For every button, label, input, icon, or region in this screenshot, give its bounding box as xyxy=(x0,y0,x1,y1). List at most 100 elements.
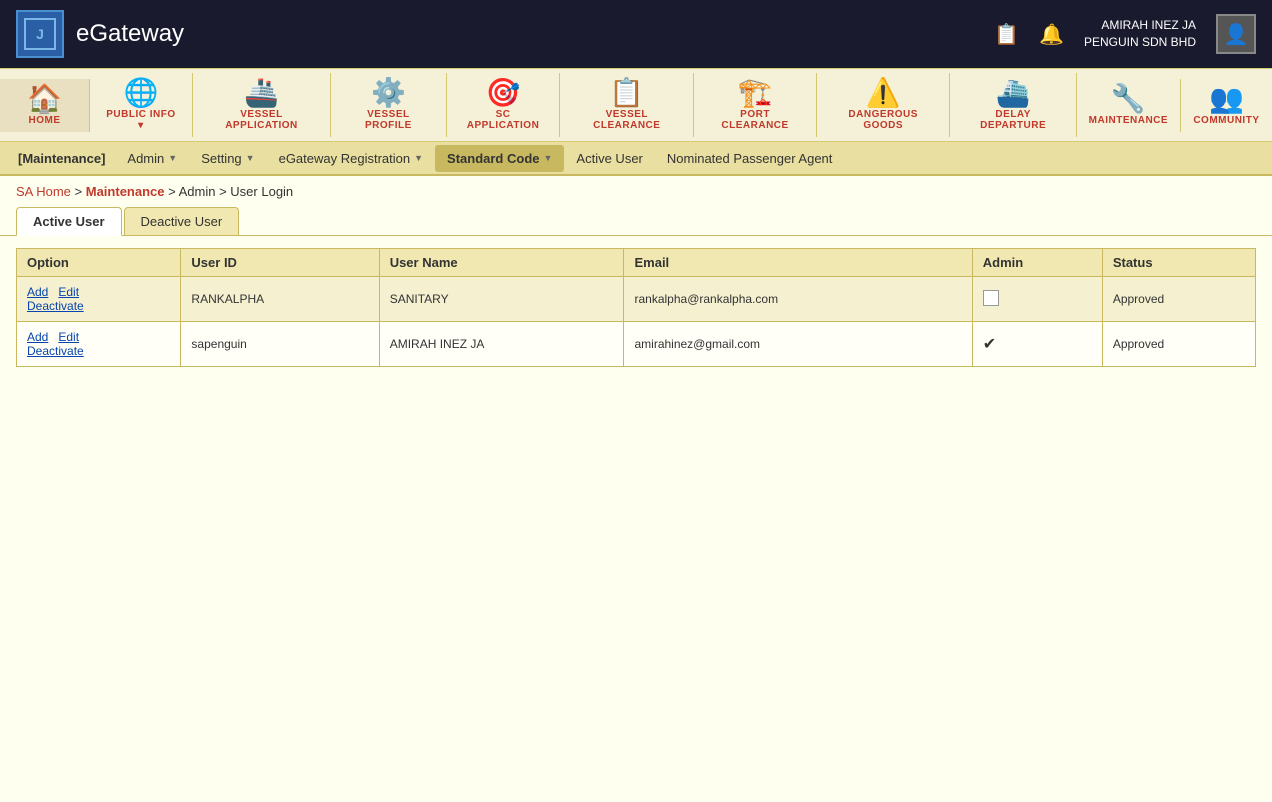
menu-active-user[interactable]: Active User xyxy=(564,145,654,172)
vessel-profile-label: VESSEL PROFILE xyxy=(347,109,430,131)
sc-app-icon: 🎯 xyxy=(486,79,521,107)
vcs-icon: 📋 xyxy=(609,79,644,107)
row1-admin-checkbox[interactable] xyxy=(983,290,999,306)
col-admin: Admin xyxy=(972,249,1102,277)
breadcrumb-maintenance[interactable]: Maintenance xyxy=(86,184,165,199)
app-title: eGateway xyxy=(76,20,184,48)
menu-setting[interactable]: Setting ▼ xyxy=(189,145,266,172)
nominated-passenger-label: Nominated Passenger Agent xyxy=(667,151,833,166)
col-email: Email xyxy=(624,249,972,277)
breadcrumb-user-login: User Login xyxy=(230,184,293,199)
dangerous-icon: ⚠️ xyxy=(866,79,901,107)
menu-standard-code[interactable]: Standard Code ▼ xyxy=(435,145,564,172)
egateway-reg-arrow: ▼ xyxy=(414,153,423,163)
tab-active-user[interactable]: Active User xyxy=(16,207,122,236)
active-user-menu-label: Active User xyxy=(576,151,642,166)
row1-status: Approved xyxy=(1102,277,1255,322)
port-icon: 🏗️ xyxy=(738,79,773,107)
user-avatar[interactable]: 👤 xyxy=(1216,14,1256,54)
delay-label: DELAY DEPARTURE xyxy=(966,109,1059,131)
nav-dangerous-goods[interactable]: ⚠️ DANGEROUS GOODS xyxy=(817,73,951,137)
row1-add-link[interactable]: Add xyxy=(27,285,48,299)
menu-nominated-passenger[interactable]: Nominated Passenger Agent xyxy=(655,145,845,172)
top-right-area: 📋 🔔 AMIRAH INEZ JA PENGUIN SDN BHD 👤 xyxy=(994,14,1256,54)
breadcrumb-admin: Admin xyxy=(179,184,216,199)
row1-deactivate-link[interactable]: Deactivate xyxy=(27,299,84,313)
tab-deactive-user-label: Deactive User xyxy=(141,214,223,229)
row2-deactivate-link[interactable]: Deactivate xyxy=(27,344,84,358)
egateway-reg-label: eGateway Registration xyxy=(279,151,411,166)
logo-letter: J xyxy=(36,26,44,42)
vcs-label: VESSEL CLEARANCE xyxy=(576,109,677,131)
col-user-id: User ID xyxy=(181,249,379,277)
port-label: PORT CLEARANCE xyxy=(710,109,800,131)
sc-app-label: SC APPLICATION xyxy=(463,109,544,131)
bell-icon[interactable]: 🔔 xyxy=(1039,22,1064,47)
nav-maintenance[interactable]: 🔧 MAINTENANCE xyxy=(1077,79,1181,132)
logo-box: J xyxy=(16,10,64,58)
row2-email: amirahinez@gmail.com xyxy=(624,322,972,367)
maintenance-icon: 🔧 xyxy=(1111,85,1146,113)
col-user-name: User Name xyxy=(379,249,624,277)
breadcrumb-sa-home[interactable]: SA Home xyxy=(16,184,71,199)
community-label: COMMUNITY xyxy=(1193,115,1259,126)
admin-arrow: ▼ xyxy=(168,153,177,163)
nav-community[interactable]: 👥 COMMUNITY xyxy=(1181,79,1272,132)
table-row: Add Edit Deactivate sapenguin AMIRAH INE… xyxy=(17,322,1256,367)
users-table: Option User ID User Name Email Admin Sta… xyxy=(16,248,1256,367)
nav-delay-departure[interactable]: ⛴️ DELAY DEPARTURE xyxy=(950,73,1076,137)
vessel-app-label: VESSEL APPLICATION xyxy=(209,109,314,131)
user-company: PENGUIN SDN BHD xyxy=(1084,34,1196,51)
avatar-icon: 👤 xyxy=(1224,22,1249,47)
row2-options: Add Edit Deactivate xyxy=(17,322,181,367)
nav-vessel-app[interactable]: 🚢 VESSEL APPLICATION xyxy=(193,73,331,137)
row2-edit-link[interactable]: Edit xyxy=(58,330,79,344)
top-bar: J eGateway 📋 🔔 AMIRAH INEZ JA PENGUIN SD… xyxy=(0,0,1272,68)
setting-arrow: ▼ xyxy=(246,153,255,163)
menu-admin[interactable]: Admin ▼ xyxy=(115,145,189,172)
row1-edit-link[interactable]: Edit xyxy=(58,285,79,299)
nav-vcs-clearance[interactable]: 📋 VESSEL CLEARANCE xyxy=(560,73,694,137)
maintenance-label: MAINTENANCE xyxy=(1089,115,1168,126)
col-status: Status xyxy=(1102,249,1255,277)
menu-bar: [Maintenance] Admin ▼ Setting ▼ eGateway… xyxy=(0,142,1272,176)
tabs-bar: Active User Deactive User xyxy=(0,207,1272,236)
admin-label: Admin xyxy=(127,151,164,166)
community-icon: 👥 xyxy=(1209,85,1244,113)
clipboard-icon[interactable]: 📋 xyxy=(994,22,1019,47)
nav-sc-application[interactable]: 🎯 SC APPLICATION xyxy=(447,73,561,137)
table-row: Add Edit Deactivate RANKALPHA SANITARY r… xyxy=(17,277,1256,322)
logo-area: J eGateway xyxy=(16,10,184,58)
home-icon: 🏠 xyxy=(27,85,62,113)
home-label: HOME xyxy=(29,115,61,126)
standard-code-label: Standard Code xyxy=(447,151,539,166)
nav-icons-bar: 🏠 HOME 🌐 PUBLIC INFO ▾ 🚢 VESSEL APPLICAT… xyxy=(0,68,1272,142)
delay-icon: ⛴️ xyxy=(996,79,1031,107)
standard-code-arrow: ▼ xyxy=(544,153,553,163)
row2-admin-checkmark[interactable]: ✔ xyxy=(983,336,996,353)
nav-public-info[interactable]: 🌐 PUBLIC INFO ▾ xyxy=(90,73,193,137)
user-name: AMIRAH INEZ JA xyxy=(1084,17,1196,34)
col-option: Option xyxy=(17,249,181,277)
row1-admin xyxy=(972,277,1102,322)
row1-email: rankalpha@rankalpha.com xyxy=(624,277,972,322)
table-area: Option User ID User Name Email Admin Sta… xyxy=(0,236,1272,379)
public-info-label: PUBLIC INFO ▾ xyxy=(106,109,176,131)
nav-vessel-profile[interactable]: ⚙️ VESSEL PROFILE xyxy=(331,73,447,137)
row1-options: Add Edit Deactivate xyxy=(17,277,181,322)
user-info: AMIRAH INEZ JA PENGUIN SDN BHD xyxy=(1084,17,1196,51)
tab-deactive-user[interactable]: Deactive User xyxy=(124,207,240,235)
dangerous-label: DANGEROUS GOODS xyxy=(833,109,934,131)
row2-admin: ✔ xyxy=(972,322,1102,367)
maintenance-label-menu: [Maintenance] xyxy=(8,145,115,172)
logo-inner: J xyxy=(24,18,56,50)
vessel-app-icon: 🚢 xyxy=(244,79,279,107)
row2-user-id: sapenguin xyxy=(181,322,379,367)
tab-active-user-label: Active User xyxy=(33,214,105,229)
row2-add-link[interactable]: Add xyxy=(27,330,48,344)
public-info-icon: 🌐 xyxy=(124,79,159,107)
nav-port-clearance[interactable]: 🏗️ PORT CLEARANCE xyxy=(694,73,817,137)
vessel-profile-icon: ⚙️ xyxy=(371,79,406,107)
menu-egateway-registration[interactable]: eGateway Registration ▼ xyxy=(267,145,435,172)
nav-home[interactable]: 🏠 HOME xyxy=(0,79,90,132)
